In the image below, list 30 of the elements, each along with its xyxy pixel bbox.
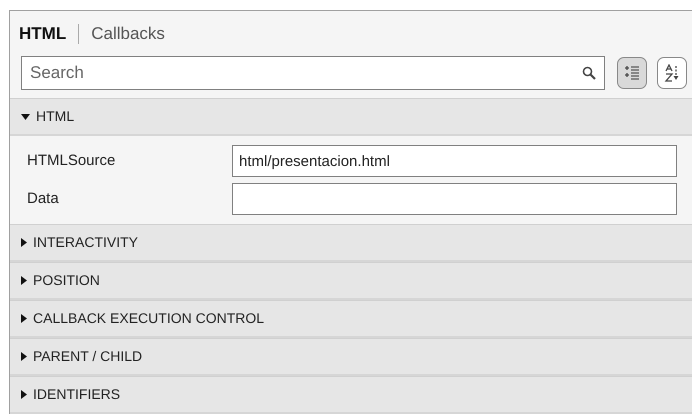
- expanded-caret-icon: [21, 114, 30, 120]
- sort-button[interactable]: [657, 56, 687, 89]
- property-label: HTMLSource: [27, 150, 116, 171]
- group-view-button[interactable]: [617, 56, 647, 89]
- property-field[interactable]: [232, 183, 677, 215]
- tab[interactable]: Callbacks: [91, 21, 165, 47]
- collapsed-caret-icon: [21, 314, 27, 323]
- section-header[interactable]: POSITION: [10, 262, 692, 300]
- section-title: POSITION: [33, 271, 100, 290]
- section-header[interactable]: PARENT / CHILD: [10, 338, 692, 376]
- section-title: IDENTIFIERS: [33, 385, 120, 404]
- section-title: HTML: [36, 107, 74, 126]
- collapsed-caret-icon: [21, 276, 27, 285]
- grouped-list-icon: [624, 64, 640, 81]
- section-title: INTERACTIVITY: [33, 233, 138, 252]
- tab[interactable]: HTML: [19, 21, 66, 47]
- section-title: PARENT / CHILD: [33, 347, 142, 366]
- collapsed-caret-icon: [21, 390, 27, 399]
- section-header[interactable]: IDENTIFIERS: [10, 376, 692, 414]
- section-header[interactable]: CALLBACK EXECUTION CONTROL: [10, 300, 692, 338]
- collapsed-caret-icon: [21, 238, 27, 247]
- search-icon: [582, 66, 596, 80]
- section-title: CALLBACK EXECUTION CONTROL: [33, 309, 264, 328]
- down-arrow-icon: [674, 66, 678, 80]
- section-header[interactable]: INTERACTIVITY: [10, 224, 692, 262]
- section-header[interactable]: HTML: [10, 98, 692, 136]
- search-field[interactable]: Search: [21, 56, 605, 90]
- collapsed-caret-icon: [21, 352, 27, 361]
- property-label: Data: [27, 188, 60, 209]
- property-field[interactable]: html/presentacion.html: [232, 145, 677, 177]
